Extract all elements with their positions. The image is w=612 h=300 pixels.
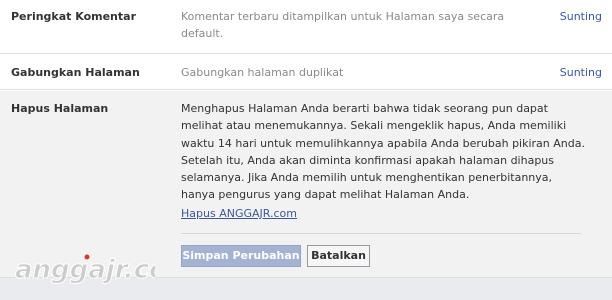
description-line: selamanya. Jika Anda memilih untuk mengh…	[181, 171, 553, 185]
settings-row-merge-pages: Gabungkan Halaman Gabungkan halaman dupl…	[0, 55, 612, 90]
save-changes-button[interactable]: Simpan Perubahan	[181, 245, 301, 267]
description-line: Menghapus Halaman Anda berarti bahwa tid…	[181, 102, 548, 115]
description-line: waktu 14 hari untuk memulihkannya apabil…	[181, 136, 585, 150]
footer-bar	[0, 277, 612, 300]
merge-pages-edit-link[interactable]: Sunting	[560, 66, 602, 80]
settings-row-comment-ranking: Peringkat Komentar Komentar terbaru dita…	[0, 0, 612, 54]
delete-page-link[interactable]: Hapus ANGGAJR.com	[181, 207, 297, 221]
comment-ranking-value-line: Komentar terbaru ditampilkan untuk Halam…	[181, 10, 505, 23]
description-line: Setelah itu, Anda akan diminta konfirmas…	[181, 153, 555, 167]
description-line: melihat atau menemukannya. Sekali mengek…	[181, 119, 567, 133]
merge-pages-value-line: Gabungkan halaman duplikat	[181, 66, 344, 79]
merge-pages-label: Gabungkan Halaman	[11, 66, 140, 79]
comment-ranking-value-line: default.	[181, 27, 224, 40]
comment-ranking-value: Komentar terbaru ditampilkan untuk Halam…	[181, 8, 551, 42]
delete-page-label: Hapus Halaman	[11, 102, 109, 115]
merge-pages-value: Gabungkan halaman duplikat	[181, 64, 551, 81]
divider	[181, 233, 581, 234]
delete-page-description: Menghapus Halaman Anda berarti bahwa tid…	[181, 100, 591, 204]
comment-ranking-edit-link[interactable]: Sunting	[560, 10, 602, 24]
description-line: hanya pengurus yang dapat melihat Halama…	[181, 188, 470, 202]
cancel-button[interactable]: Batalkan	[307, 245, 370, 267]
settings-row-delete-page: Hapus Halaman Menghapus Halaman Anda ber…	[0, 91, 612, 277]
comment-ranking-label: Peringkat Komentar	[11, 10, 136, 23]
